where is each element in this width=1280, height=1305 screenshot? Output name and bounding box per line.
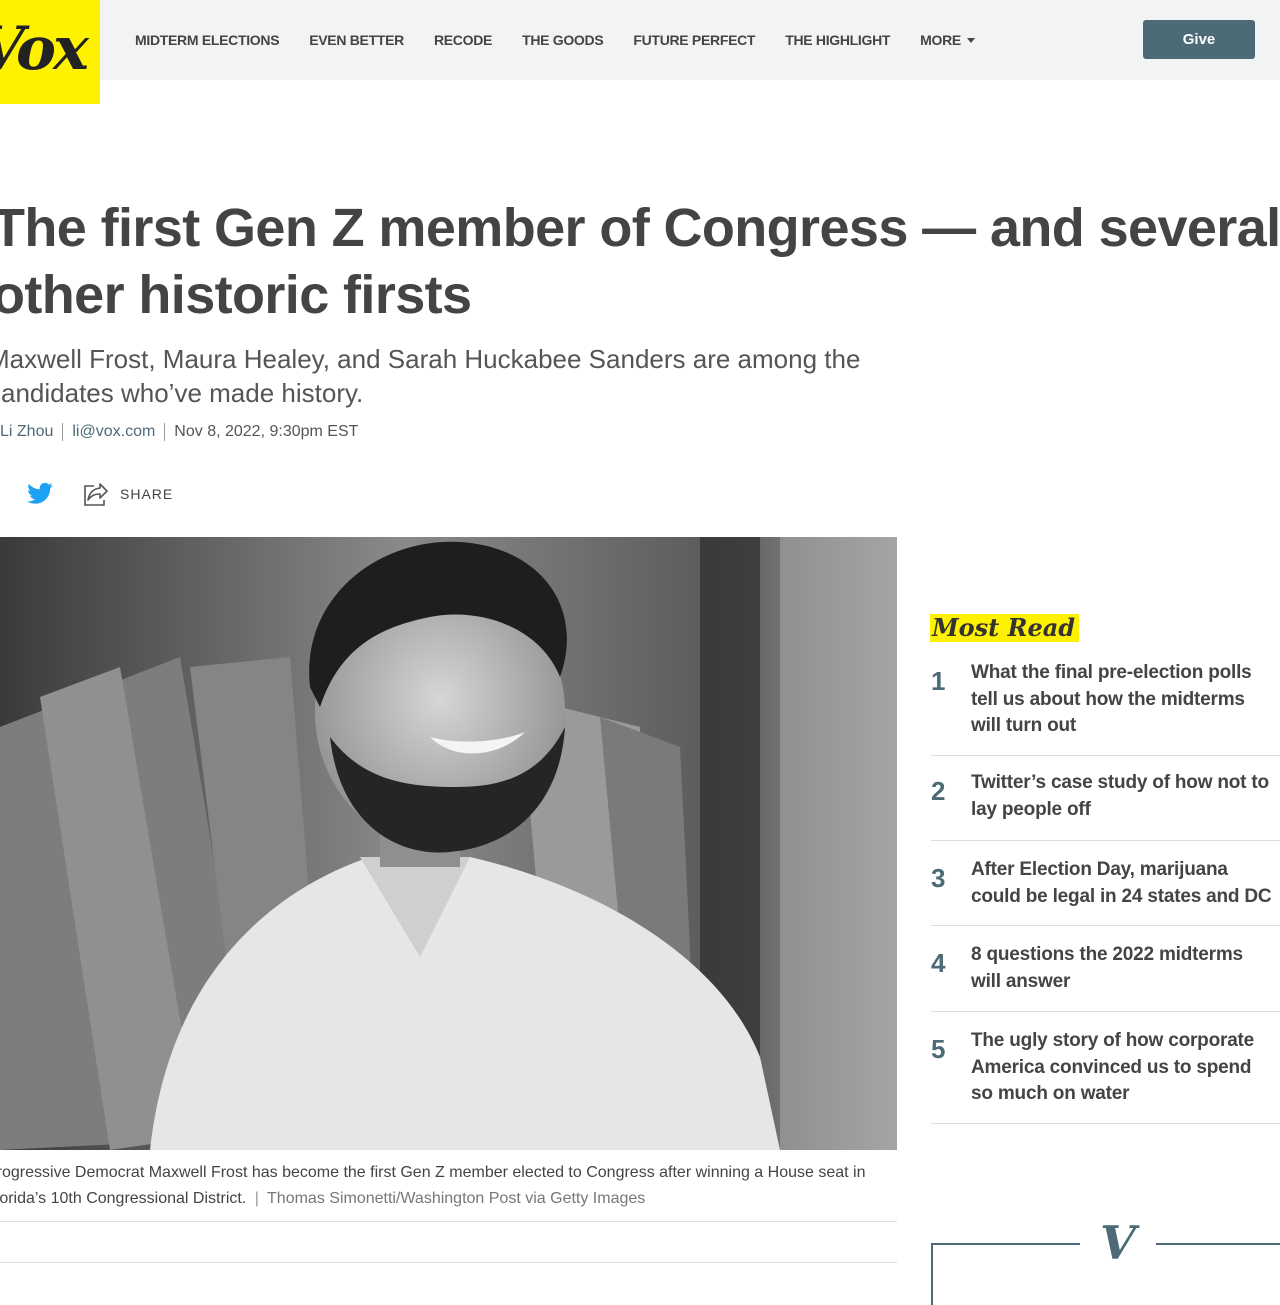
most-read-line: The ugly story of how corporate [971, 1030, 1255, 1051]
most-read-line: will turn out [971, 715, 1077, 736]
nav-item-the-highlight[interactable]: The Highlight [785, 31, 890, 49]
vox-v-mark: V [1080, 1218, 1156, 1268]
most-read-line: lay people off [971, 798, 1091, 820]
most-read-line: tell us about how the midterms [971, 688, 1245, 710]
most-read-number: 4 [931, 948, 946, 978]
vox-logo[interactable]: Vox [0, 0, 100, 104]
divider [0, 1262, 897, 1263]
most-read-item[interactable]: 5 The ugly story of how corporate Americ… [931, 1012, 1280, 1124]
publish-date: Nov 8, 2022, 9:30pm EST [174, 423, 359, 440]
byline-divider [62, 423, 64, 441]
most-read-line: What the final pre-election polls [971, 662, 1252, 683]
most-read-item[interactable]: 2 Twitter’s case study of how not to lay… [931, 756, 1280, 841]
photo-credit: Thomas Simonetti/Washington Post via Get… [267, 1190, 646, 1207]
article-dek: Maxwell Frost, Maura Healey, and Sarah H… [0, 344, 861, 408]
nav-item-midterm-elections[interactable]: Midterm Elections [135, 31, 280, 49]
nav-item-recode[interactable]: Recode [434, 31, 492, 49]
divider [0, 1221, 897, 1222]
twitter-icon[interactable] [26, 478, 54, 510]
most-read-line: so much on water [971, 1083, 1130, 1104]
most-read-line: 8 questions the 2022 midterms [971, 944, 1243, 965]
main-nav: Midterm Elections Even Better Recode The… [135, 31, 1005, 49]
most-read-item[interactable]: 1 What the final pre-election polls tell… [931, 660, 1280, 756]
most-read-item[interactable]: 3 After Election Day, marijuana could be… [931, 841, 1280, 926]
author-link[interactable]: Li Zhou [0, 423, 53, 441]
nav-item-more[interactable]: More [920, 31, 975, 49]
byline-divider [164, 423, 166, 441]
most-read-number: 3 [931, 863, 946, 893]
most-read-title: Most Read [930, 614, 1080, 642]
share-button[interactable]: SHARE [82, 480, 173, 508]
author-email-link[interactable]: li@vox.com [72, 423, 155, 441]
share-label: SHARE [120, 486, 174, 502]
most-read-number: 1 [931, 666, 946, 696]
most-read-line: could be legal in 24 states and DC [971, 885, 1272, 907]
most-read-line: After Election Day, marijuana [971, 859, 1228, 880]
share-icon [84, 483, 108, 506]
more-label: More [920, 32, 961, 48]
nav-item-the-goods[interactable]: The Goods [522, 31, 604, 49]
caption-separator: | [254, 1190, 259, 1207]
most-read-list: 1 What the final pre-election polls tell… [931, 660, 1280, 1124]
logo-text: Vox [0, 14, 89, 84]
most-read-line: will answer [971, 970, 1071, 992]
nav-item-future-perfect[interactable]: Future Perfect [633, 31, 755, 49]
most-read-item[interactable]: 4 8 questions the 2022 midterms will ans… [931, 926, 1280, 1012]
photo-caption: Progressive Democrat Maxwell Frost has b… [0, 1160, 886, 1212]
most-read-line: America convinced us to spend [971, 1056, 1252, 1078]
most-read-number: 5 [931, 1034, 946, 1064]
most-read-line: Twitter’s case study of how not to [971, 772, 1269, 793]
chevron-down-icon [966, 38, 975, 43]
article-headline: The first Gen Z member of Congress — and… [0, 198, 1280, 325]
most-read-number: 2 [931, 776, 946, 806]
photo-illustration [0, 537, 897, 1150]
give-button[interactable]: Give [1143, 20, 1255, 59]
lead-photo [0, 537, 897, 1150]
byline: Li Zhou li@vox.com Nov 8, 2022, 9:30pm E… [0, 423, 358, 441]
nav-item-even-better[interactable]: Even Better [309, 31, 404, 49]
